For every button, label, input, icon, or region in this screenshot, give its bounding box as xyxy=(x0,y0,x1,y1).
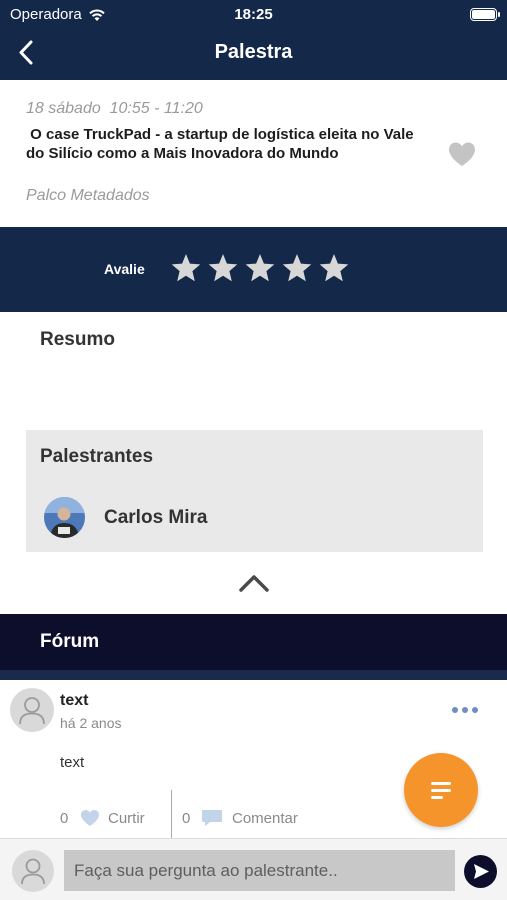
post-time: há 2 anos xyxy=(60,715,122,731)
rating-label: Avalie xyxy=(104,261,145,277)
summary-heading: Resumo xyxy=(40,329,115,350)
status-bar: Operadora 18:25 xyxy=(0,0,507,28)
talk-venue: Palco Metadados xyxy=(26,187,150,204)
star-icon-2[interactable] xyxy=(207,252,239,284)
star-icon-5[interactable] xyxy=(318,252,350,284)
post-author: text xyxy=(60,692,89,709)
like-count: 0 xyxy=(60,810,69,827)
rating-stars xyxy=(170,252,350,284)
question-input[interactable] xyxy=(64,850,455,891)
like-button[interactable]: Curtir xyxy=(108,810,145,827)
status-time: 18:25 xyxy=(234,6,273,23)
speakers-heading: Palestrantes xyxy=(40,446,154,467)
battery-icon xyxy=(470,8,500,21)
list-icon xyxy=(431,782,451,799)
post-avatar xyxy=(10,688,54,732)
star-icon-3[interactable] xyxy=(244,252,276,284)
navigation-bar: Palestra xyxy=(0,28,507,80)
speaker-name: Carlos Mira xyxy=(104,507,208,528)
question-composer xyxy=(0,838,507,900)
star-icon-4[interactable] xyxy=(281,252,313,284)
post-body: text xyxy=(60,754,85,771)
composer-avatar xyxy=(12,850,54,892)
more-options-icon[interactable] xyxy=(450,702,480,718)
talk-title: O case TruckPad - a startup de logística… xyxy=(26,126,418,162)
speakers-panel: Palestrantes Carlos Mira xyxy=(26,430,483,552)
forum-heading: Fórum xyxy=(40,631,100,652)
star-icon-1[interactable] xyxy=(170,252,202,284)
like-heart-icon[interactable] xyxy=(80,809,100,827)
page-title: Palestra xyxy=(214,41,293,63)
forum-header: Fórum xyxy=(0,614,507,670)
forum-divider xyxy=(0,670,507,680)
send-icon xyxy=(474,864,489,879)
top-bar: Operadora 18:25 Palestra xyxy=(0,0,507,80)
comment-bubble-icon[interactable] xyxy=(201,809,223,827)
forum-menu-button[interactable] xyxy=(404,753,478,827)
chevron-up-icon[interactable] xyxy=(237,571,271,595)
actions-divider xyxy=(171,790,172,838)
send-button[interactable] xyxy=(464,855,497,888)
speaker-avatar xyxy=(44,497,85,538)
comment-count: 0 xyxy=(182,810,191,827)
rating-bar: Avalie xyxy=(0,227,507,312)
talk-info: 18 sábado 10:55 - 11:20 O case TruckPad … xyxy=(0,80,507,227)
speaker-item[interactable]: Carlos Mira xyxy=(44,497,464,539)
favorite-heart-icon[interactable] xyxy=(447,140,477,168)
talk-datetime: 18 sábado 10:55 - 11:20 xyxy=(26,100,203,117)
comment-button[interactable]: Comentar xyxy=(232,810,298,827)
